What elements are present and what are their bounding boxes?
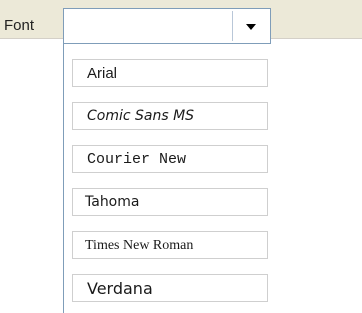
font-option-label: Courier New bbox=[87, 151, 187, 168]
font-option-tahoma[interactable]: Tahoma bbox=[72, 188, 268, 216]
font-option-label: Comic Sans MS bbox=[87, 108, 195, 124]
dropdown-button[interactable] bbox=[232, 11, 268, 41]
font-option-label: Tahoma bbox=[85, 194, 140, 210]
font-label: Font bbox=[4, 17, 35, 34]
font-option-times-new-roman[interactable]: Times New Roman bbox=[72, 231, 268, 259]
font-dropdown-list: Arial Comic Sans MS Courier New Tahoma T… bbox=[63, 44, 271, 313]
font-option-arial[interactable]: Arial bbox=[72, 59, 268, 87]
font-option-label: Verdana bbox=[87, 279, 153, 298]
font-option-verdana[interactable]: Verdana bbox=[72, 274, 268, 302]
font-option-label: Arial bbox=[87, 65, 118, 82]
font-option-comic-sans-ms[interactable]: Comic Sans MS bbox=[72, 102, 268, 130]
font-option-courier-new[interactable]: Courier New bbox=[72, 145, 268, 173]
chevron-down-icon bbox=[246, 24, 256, 30]
font-select[interactable] bbox=[63, 8, 271, 44]
font-option-label: Times New Roman bbox=[85, 238, 194, 253]
